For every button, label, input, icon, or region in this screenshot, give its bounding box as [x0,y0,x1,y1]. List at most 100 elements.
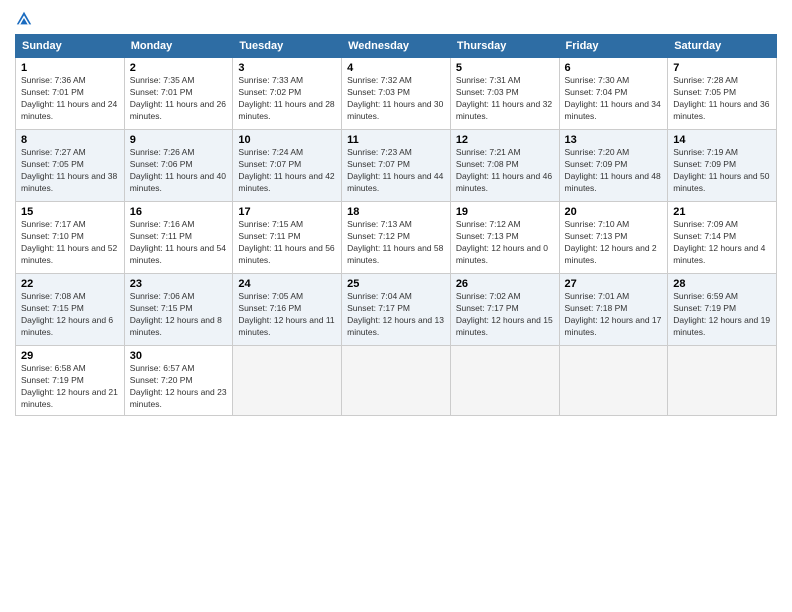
header [15,10,777,28]
logo-icon [15,10,33,28]
calendar-day-cell: 22Sunrise: 7:08 AMSunset: 7:15 PMDayligh… [16,274,125,346]
calendar-day-cell: 23Sunrise: 7:06 AMSunset: 7:15 PMDayligh… [124,274,233,346]
calendar-header-cell: Tuesday [233,35,342,58]
calendar-day-cell: 12Sunrise: 7:21 AMSunset: 7:08 PMDayligh… [450,130,559,202]
day-info: Sunrise: 6:59 AMSunset: 7:19 PMDaylight:… [673,291,771,339]
calendar-day-cell [233,346,342,416]
calendar-day-cell: 2Sunrise: 7:35 AMSunset: 7:01 PMDaylight… [124,58,233,130]
calendar-day-cell: 13Sunrise: 7:20 AMSunset: 7:09 PMDayligh… [559,130,668,202]
day-number: 30 [130,350,228,362]
day-info: Sunrise: 7:33 AMSunset: 7:02 PMDaylight:… [238,75,336,123]
day-info: Sunrise: 7:09 AMSunset: 7:14 PMDaylight:… [673,219,771,267]
day-info: Sunrise: 6:57 AMSunset: 7:20 PMDaylight:… [130,363,228,411]
calendar-day-cell: 28Sunrise: 6:59 AMSunset: 7:19 PMDayligh… [668,274,777,346]
day-info: Sunrise: 7:01 AMSunset: 7:18 PMDaylight:… [565,291,663,339]
day-number: 1 [21,62,119,74]
day-number: 14 [673,134,771,146]
calendar-header-cell: Friday [559,35,668,58]
day-info: Sunrise: 7:20 AMSunset: 7:09 PMDaylight:… [565,147,663,195]
day-number: 25 [347,278,445,290]
calendar-day-cell: 30Sunrise: 6:57 AMSunset: 7:20 PMDayligh… [124,346,233,416]
calendar-day-cell: 11Sunrise: 7:23 AMSunset: 7:07 PMDayligh… [342,130,451,202]
day-info: Sunrise: 7:04 AMSunset: 7:17 PMDaylight:… [347,291,445,339]
day-info: Sunrise: 7:26 AMSunset: 7:06 PMDaylight:… [130,147,228,195]
day-info: Sunrise: 7:32 AMSunset: 7:03 PMDaylight:… [347,75,445,123]
day-info: Sunrise: 7:08 AMSunset: 7:15 PMDaylight:… [21,291,119,339]
day-number: 12 [456,134,554,146]
day-number: 6 [565,62,663,74]
day-number: 29 [21,350,119,362]
day-number: 20 [565,206,663,218]
day-info: Sunrise: 7:02 AMSunset: 7:17 PMDaylight:… [456,291,554,339]
day-info: Sunrise: 7:15 AMSunset: 7:11 PMDaylight:… [238,219,336,267]
calendar-day-cell: 20Sunrise: 7:10 AMSunset: 7:13 PMDayligh… [559,202,668,274]
calendar-day-cell [559,346,668,416]
calendar-day-cell: 14Sunrise: 7:19 AMSunset: 7:09 PMDayligh… [668,130,777,202]
calendar-day-cell: 24Sunrise: 7:05 AMSunset: 7:16 PMDayligh… [233,274,342,346]
page: SundayMondayTuesdayWednesdayThursdayFrid… [0,0,792,426]
calendar-week-row: 29Sunrise: 6:58 AMSunset: 7:19 PMDayligh… [16,346,777,416]
day-info: Sunrise: 7:17 AMSunset: 7:10 PMDaylight:… [21,219,119,267]
calendar-day-cell: 7Sunrise: 7:28 AMSunset: 7:05 PMDaylight… [668,58,777,130]
calendar-day-cell: 6Sunrise: 7:30 AMSunset: 7:04 PMDaylight… [559,58,668,130]
day-info: Sunrise: 7:21 AMSunset: 7:08 PMDaylight:… [456,147,554,195]
calendar-day-cell: 25Sunrise: 7:04 AMSunset: 7:17 PMDayligh… [342,274,451,346]
day-info: Sunrise: 6:58 AMSunset: 7:19 PMDaylight:… [21,363,119,411]
day-number: 18 [347,206,445,218]
day-number: 27 [565,278,663,290]
calendar-day-cell: 26Sunrise: 7:02 AMSunset: 7:17 PMDayligh… [450,274,559,346]
day-number: 24 [238,278,336,290]
day-number: 21 [673,206,771,218]
day-number: 15 [21,206,119,218]
calendar-header-cell: Sunday [16,35,125,58]
calendar-day-cell: 4Sunrise: 7:32 AMSunset: 7:03 PMDaylight… [342,58,451,130]
day-info: Sunrise: 7:24 AMSunset: 7:07 PMDaylight:… [238,147,336,195]
day-number: 10 [238,134,336,146]
day-info: Sunrise: 7:06 AMSunset: 7:15 PMDaylight:… [130,291,228,339]
day-number: 3 [238,62,336,74]
day-info: Sunrise: 7:05 AMSunset: 7:16 PMDaylight:… [238,291,336,339]
day-number: 4 [347,62,445,74]
calendar-week-row: 22Sunrise: 7:08 AMSunset: 7:15 PMDayligh… [16,274,777,346]
day-info: Sunrise: 7:30 AMSunset: 7:04 PMDaylight:… [565,75,663,123]
calendar-day-cell: 8Sunrise: 7:27 AMSunset: 7:05 PMDaylight… [16,130,125,202]
calendar-week-row: 15Sunrise: 7:17 AMSunset: 7:10 PMDayligh… [16,202,777,274]
day-info: Sunrise: 7:28 AMSunset: 7:05 PMDaylight:… [673,75,771,123]
day-number: 13 [565,134,663,146]
calendar-header-cell: Thursday [450,35,559,58]
day-number: 22 [21,278,119,290]
calendar-body: 1Sunrise: 7:36 AMSunset: 7:01 PMDaylight… [16,58,777,416]
logo [15,10,35,28]
day-number: 11 [347,134,445,146]
calendar-header-cell: Wednesday [342,35,451,58]
calendar-day-cell [342,346,451,416]
calendar-day-cell: 21Sunrise: 7:09 AMSunset: 7:14 PMDayligh… [668,202,777,274]
day-number: 19 [456,206,554,218]
calendar-day-cell: 27Sunrise: 7:01 AMSunset: 7:18 PMDayligh… [559,274,668,346]
day-info: Sunrise: 7:16 AMSunset: 7:11 PMDaylight:… [130,219,228,267]
day-info: Sunrise: 7:31 AMSunset: 7:03 PMDaylight:… [456,75,554,123]
day-number: 26 [456,278,554,290]
calendar-header-cell: Saturday [668,35,777,58]
calendar-week-row: 8Sunrise: 7:27 AMSunset: 7:05 PMDaylight… [16,130,777,202]
day-info: Sunrise: 7:35 AMSunset: 7:01 PMDaylight:… [130,75,228,123]
day-info: Sunrise: 7:27 AMSunset: 7:05 PMDaylight:… [21,147,119,195]
calendar-day-cell [450,346,559,416]
day-number: 9 [130,134,228,146]
day-number: 2 [130,62,228,74]
calendar-day-cell: 15Sunrise: 7:17 AMSunset: 7:10 PMDayligh… [16,202,125,274]
day-info: Sunrise: 7:12 AMSunset: 7:13 PMDaylight:… [456,219,554,267]
calendar-day-cell: 18Sunrise: 7:13 AMSunset: 7:12 PMDayligh… [342,202,451,274]
day-number: 7 [673,62,771,74]
day-number: 17 [238,206,336,218]
calendar-day-cell: 29Sunrise: 6:58 AMSunset: 7:19 PMDayligh… [16,346,125,416]
calendar-day-cell [668,346,777,416]
day-number: 23 [130,278,228,290]
calendar-day-cell: 17Sunrise: 7:15 AMSunset: 7:11 PMDayligh… [233,202,342,274]
day-number: 28 [673,278,771,290]
day-info: Sunrise: 7:10 AMSunset: 7:13 PMDaylight:… [565,219,663,267]
day-info: Sunrise: 7:13 AMSunset: 7:12 PMDaylight:… [347,219,445,267]
calendar-header-cell: Monday [124,35,233,58]
day-info: Sunrise: 7:36 AMSunset: 7:01 PMDaylight:… [21,75,119,123]
calendar-day-cell: 5Sunrise: 7:31 AMSunset: 7:03 PMDaylight… [450,58,559,130]
